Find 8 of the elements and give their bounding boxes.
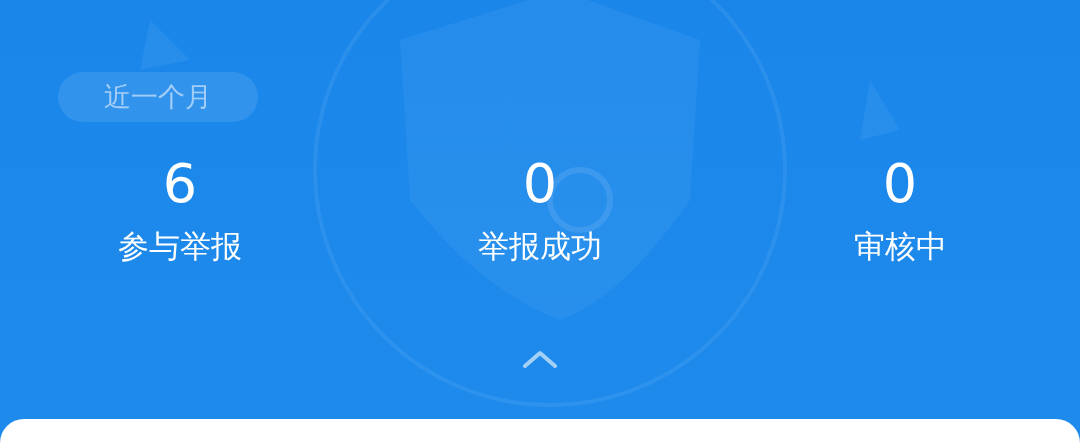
stat-value: 6 <box>162 154 198 214</box>
stat-value: 0 <box>522 154 558 214</box>
stat-label: 审核中 <box>853 227 947 266</box>
period-badge[interactable]: 近一个月 <box>58 72 258 122</box>
stat-label: 举报成功 <box>478 227 602 266</box>
stat-label: 参与举报 <box>118 227 242 266</box>
chevron-up-icon[interactable] <box>522 350 558 368</box>
stat-value: 0 <box>882 154 918 214</box>
